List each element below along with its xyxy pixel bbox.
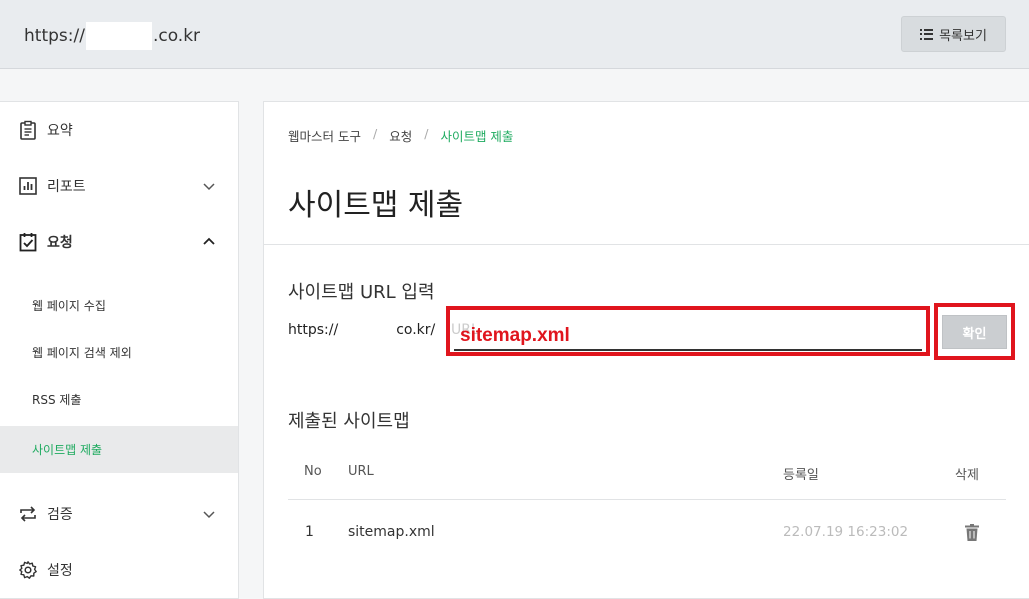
table-header: No URL 등록일 삭제	[288, 452, 1006, 500]
main-content: 웹마스터 도구 / 요청 / 사이트맵 제출 사이트맵 제출 사이트맵 URL …	[263, 101, 1029, 599]
breadcrumb-webmaster-tools[interactable]: 웹마스터 도구	[288, 126, 361, 145]
page-title: 사이트맵 제출	[288, 188, 464, 223]
sidebar-subitem-sitemap-submit[interactable]: 사이트맵 제출	[0, 426, 238, 473]
sidebar-subitem-label: 웹 페이지 검색 제외	[32, 346, 132, 360]
breadcrumb-request[interactable]: 요청	[389, 126, 412, 145]
sidebar-item-request[interactable]: 요청	[0, 214, 238, 270]
swap-icon	[20, 506, 36, 522]
site-url-suffix: .co.kr	[152, 26, 201, 46]
trash-icon[interactable]	[965, 524, 979, 541]
sidebar-item-label: 요약	[47, 123, 73, 139]
row-no: 1	[305, 524, 314, 540]
bar-chart-icon	[19, 177, 37, 195]
sitemap-input-highlight	[446, 306, 930, 356]
confirm-button[interactable]: 확인	[942, 315, 1007, 349]
sitemap-url-prefix: https:// co.kr/	[288, 322, 435, 338]
row-url: sitemap.xml	[348, 524, 435, 540]
column-header-no: No	[304, 464, 322, 479]
chevron-up-icon	[203, 237, 215, 245]
top-bar: https:// .co.kr 목록보기	[0, 0, 1029, 69]
column-header-url: URL	[348, 464, 374, 479]
sidebar: 요약 리포트 요청 웹 페이지 수집 웹 페이지 검색 제외 RSS 제출 사이…	[0, 101, 239, 599]
chevron-down-icon	[203, 511, 215, 519]
url-prefix-start: https://	[288, 322, 339, 338]
site-url-prefix: https://	[24, 26, 85, 46]
sidebar-subitem-page-crawl[interactable]: 웹 페이지 수집	[0, 282, 238, 329]
gear-icon	[19, 561, 37, 579]
sidebar-item-label: 리포트	[47, 179, 86, 195]
breadcrumb-separator: /	[372, 126, 378, 141]
sidebar-subitem-label: RSS 제출	[32, 393, 82, 407]
sidebar-item-verify[interactable]: 검증	[0, 486, 238, 542]
sitemap-url-input[interactable]	[454, 313, 922, 351]
breadcrumb-current: 사이트맵 제출	[440, 129, 514, 144]
sidebar-item-label: 검증	[47, 507, 73, 523]
sidebar-item-report[interactable]: 리포트	[0, 158, 238, 214]
list-icon	[920, 28, 934, 40]
sidebar-subitem-search-exclude[interactable]: 웹 페이지 검색 제외	[0, 329, 238, 376]
chevron-down-icon	[203, 183, 215, 191]
submitted-sitemaps-title: 제출된 사이트맵	[288, 411, 410, 432]
list-view-label: 목록보기	[939, 28, 987, 44]
redacted-domain	[85, 22, 152, 50]
list-view-button[interactable]: 목록보기	[901, 16, 1006, 52]
sidebar-subitem-rss-submit[interactable]: RSS 제출	[0, 376, 238, 423]
sidebar-item-settings[interactable]: 설정	[0, 542, 238, 598]
divider	[264, 244, 1029, 245]
table-row: 1 sitemap.xml 22.07.19 16:23:02	[288, 500, 1006, 566]
sidebar-item-label: 설정	[47, 563, 73, 579]
url-prefix-end: co.kr/	[396, 322, 436, 338]
sidebar-item-summary[interactable]: 요약	[0, 102, 238, 158]
row-date: 22.07.19 16:23:02	[783, 524, 909, 540]
clipboard-icon	[20, 120, 36, 140]
column-header-delete: 삭제	[955, 468, 979, 483]
confirm-button-highlight: 확인	[934, 303, 1015, 360]
sidebar-subitem-label: 웹 페이지 수집	[32, 299, 106, 313]
checklist-icon	[19, 233, 37, 252]
breadcrumb: 웹마스터 도구 / 요청 / 사이트맵 제출	[288, 126, 513, 145]
sidebar-subitem-label: 사이트맵 제출	[32, 443, 103, 457]
breadcrumb-separator: /	[424, 126, 429, 141]
site-url: https:// .co.kr	[24, 22, 200, 50]
sidebar-item-label: 요청	[47, 235, 73, 251]
column-header-date: 등록일	[783, 468, 819, 483]
sitemap-url-section-title: 사이트맵 URL 입력	[288, 282, 435, 303]
